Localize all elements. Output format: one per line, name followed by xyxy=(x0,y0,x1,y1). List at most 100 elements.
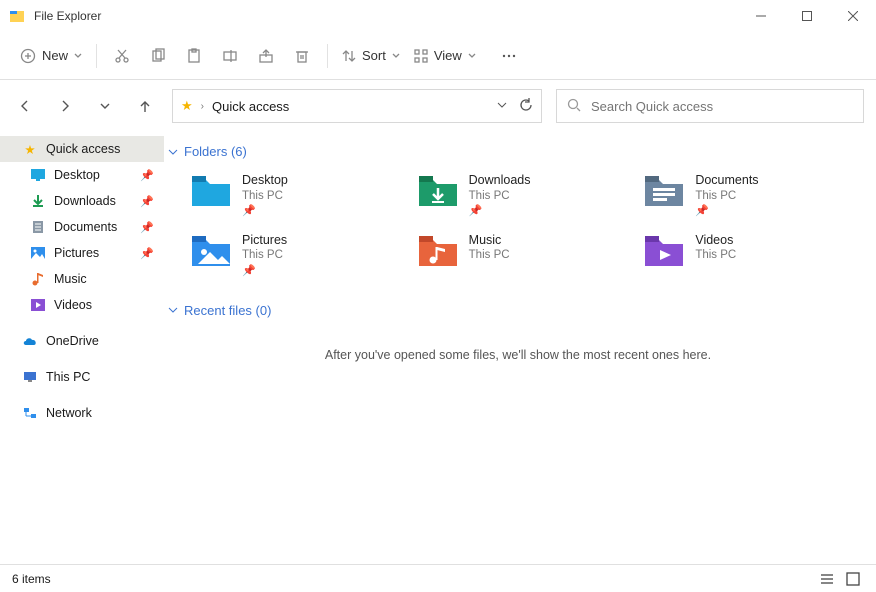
sidebar-item-this-pc[interactable]: This PC xyxy=(0,364,164,390)
download-icon xyxy=(30,193,46,209)
window-title: File Explorer xyxy=(34,9,101,23)
picture-icon xyxy=(30,245,46,261)
forward-button[interactable] xyxy=(52,93,78,119)
sidebar-item-quick-access[interactable]: ★ Quick access xyxy=(0,136,164,162)
folder-location: This PC xyxy=(242,189,288,203)
app-icon xyxy=(8,7,26,25)
maximize-button[interactable] xyxy=(784,0,830,32)
sidebar-item-desktop[interactable]: Desktop 📌 xyxy=(0,162,164,188)
chevron-down-icon xyxy=(168,147,178,157)
downloads-folder-icon xyxy=(417,173,459,209)
new-label: New xyxy=(42,48,68,63)
sidebar-item-label: Documents xyxy=(54,220,117,234)
sidebar-item-label: Videos xyxy=(54,298,92,312)
chevron-down-icon xyxy=(392,52,400,60)
sidebar-item-downloads[interactable]: Downloads 📌 xyxy=(0,188,164,214)
sidebar-item-videos[interactable]: Videos xyxy=(0,292,164,318)
folder-location: This PC xyxy=(469,248,510,262)
chevron-right-icon: › xyxy=(201,101,204,112)
pin-icon: 📌 xyxy=(140,221,154,234)
sidebar-item-pictures[interactable]: Pictures 📌 xyxy=(0,240,164,266)
more-button[interactable] xyxy=(492,39,526,73)
folder-location: This PC xyxy=(469,189,531,203)
delete-button[interactable] xyxy=(285,39,319,73)
group-header-recent[interactable]: Recent files (0) xyxy=(166,297,870,324)
pin-icon: 📌 xyxy=(695,205,758,219)
status-bar: 6 items xyxy=(0,564,876,592)
rename-button[interactable] xyxy=(213,39,247,73)
view-label: View xyxy=(434,48,462,63)
sidebar-item-label: Downloads xyxy=(54,194,116,208)
folder-item-videos[interactable]: Videos This PC xyxy=(641,229,864,283)
desktop-icon xyxy=(30,167,46,183)
cut-button[interactable] xyxy=(105,39,139,73)
view-button[interactable]: View xyxy=(408,39,482,73)
up-button[interactable] xyxy=(132,93,158,119)
folder-location: This PC xyxy=(695,189,758,203)
recent-locations-button[interactable] xyxy=(92,93,118,119)
folder-item-pictures[interactable]: Pictures This PC 📌 xyxy=(188,229,411,283)
folder-item-documents[interactable]: Documents This PC 📌 xyxy=(641,169,864,223)
folder-location: This PC xyxy=(242,248,287,262)
minimize-button[interactable] xyxy=(738,0,784,32)
sidebar-item-documents[interactable]: Documents 📌 xyxy=(0,214,164,240)
back-button[interactable] xyxy=(12,93,38,119)
search-box[interactable] xyxy=(556,89,864,123)
search-icon xyxy=(567,98,581,115)
status-item-count: 6 items xyxy=(12,572,51,586)
pictures-folder-icon xyxy=(190,233,232,269)
nav-sidebar: ★ Quick access Desktop 📌 Downloads 📌 Doc… xyxy=(0,132,164,564)
pin-icon: 📌 xyxy=(140,247,154,260)
folder-item-desktop[interactable]: Desktop This PC 📌 xyxy=(188,169,411,223)
folder-item-music[interactable]: Music This PC xyxy=(415,229,638,283)
folder-name: Pictures xyxy=(242,233,287,249)
pin-icon: 📌 xyxy=(242,265,287,279)
chevron-down-icon xyxy=(74,52,82,60)
toolbar-divider xyxy=(327,44,328,68)
new-button[interactable]: New xyxy=(14,39,88,73)
pin-icon: 📌 xyxy=(140,195,154,208)
videos-folder-icon xyxy=(643,233,685,269)
toolbar-divider xyxy=(96,44,97,68)
pin-icon: 📌 xyxy=(140,169,154,182)
thumbnails-view-button[interactable] xyxy=(842,568,864,590)
folder-name: Desktop xyxy=(242,173,288,189)
star-icon: ★ xyxy=(22,141,38,157)
folder-name: Downloads xyxy=(469,173,531,189)
sidebar-item-network[interactable]: Network xyxy=(0,400,164,426)
paste-button[interactable] xyxy=(177,39,211,73)
cloud-icon xyxy=(22,333,38,349)
folder-location: This PC xyxy=(695,248,736,262)
folder-name: Documents xyxy=(695,173,758,189)
pin-icon: 📌 xyxy=(242,205,288,219)
folder-name: Videos xyxy=(695,233,736,249)
star-icon: ★ xyxy=(181,98,193,114)
recent-empty-message: After you've opened some files, we'll sh… xyxy=(166,324,870,386)
sidebar-item-label: Desktop xyxy=(54,168,100,182)
copy-button[interactable] xyxy=(141,39,175,73)
music-icon xyxy=(30,271,46,287)
refresh-button[interactable] xyxy=(519,98,533,115)
close-button[interactable] xyxy=(830,0,876,32)
network-icon xyxy=(22,405,38,421)
address-dropdown-button[interactable] xyxy=(497,98,507,115)
sidebar-item-music[interactable]: Music xyxy=(0,266,164,292)
address-bar[interactable]: ★ › Quick access xyxy=(172,89,542,123)
sort-button[interactable]: Sort xyxy=(336,39,406,73)
content-pane: Folders (6) Desktop This PC 📌 Downloads … xyxy=(164,132,876,564)
address-row: ★ › Quick access xyxy=(0,80,876,132)
pin-icon: 📌 xyxy=(469,205,531,219)
sidebar-item-label: OneDrive xyxy=(46,334,99,348)
details-view-button[interactable] xyxy=(816,568,838,590)
group-label: Folders (6) xyxy=(184,144,247,159)
search-input[interactable] xyxy=(591,99,853,114)
toolbar: New Sort View xyxy=(0,32,876,80)
sidebar-item-label: Music xyxy=(54,272,87,286)
share-button[interactable] xyxy=(249,39,283,73)
group-header-folders[interactable]: Folders (6) xyxy=(166,138,870,165)
video-icon xyxy=(30,297,46,313)
folder-item-downloads[interactable]: Downloads This PC 📌 xyxy=(415,169,638,223)
pc-icon xyxy=(22,369,38,385)
sidebar-item-onedrive[interactable]: OneDrive xyxy=(0,328,164,354)
music-folder-icon xyxy=(417,233,459,269)
